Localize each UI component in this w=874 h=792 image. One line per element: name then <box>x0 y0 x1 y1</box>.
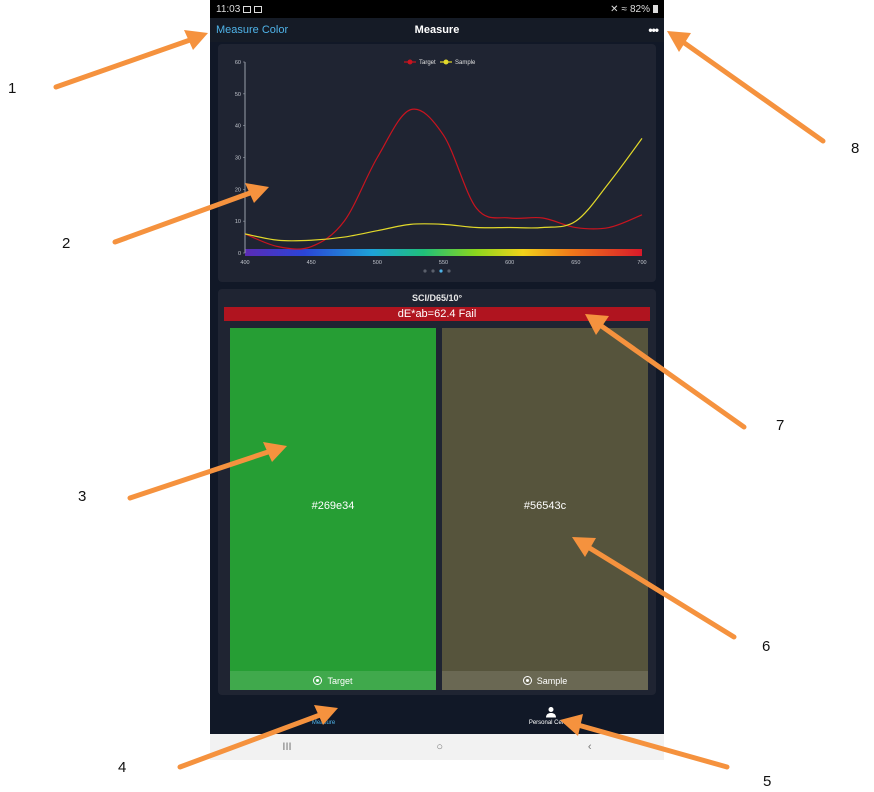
notification-icon <box>254 5 263 13</box>
pager-dot <box>439 269 443 273</box>
arrowhead-1 <box>184 30 208 50</box>
series-line-sample <box>244 138 643 242</box>
y-tick-label: 10 <box>235 219 241 225</box>
y-tick-label: 0 <box>238 251 241 257</box>
pager-dot <box>431 269 435 273</box>
mute-icon: ✕ <box>610 3 619 15</box>
system-navigation-bar: III ○ ‹ <box>210 734 664 760</box>
measure-target-button[interactable]: Target <box>230 671 436 690</box>
series-line-target <box>244 108 643 250</box>
x-tick-label: 550 <box>439 260 448 266</box>
spectral-chart-card[interactable]: 0 10 20 30 40 50 60 400 450 500 550 600 650 700 Target… <box>218 44 656 282</box>
target-button-label: Target <box>327 675 353 686</box>
app-screen: 11:03 ✕ ≈ 82% Measure Color Measure ••• … <box>210 0 664 760</box>
nav-personal-label: Personal Center <box>528 719 573 726</box>
back-button[interactable]: Measure Color <box>216 24 288 36</box>
home-button[interactable]: ○ <box>436 741 443 753</box>
callout-1: 1 <box>8 80 17 97</box>
y-tick-label: 40 <box>235 124 241 130</box>
y-tick-label: 50 <box>235 92 241 98</box>
x-tick-label: 650 <box>571 260 580 266</box>
measurement-mode: SCI/D65/10° <box>411 293 463 303</box>
y-tick-label: 60 <box>235 60 241 66</box>
pager-dot <box>423 269 427 273</box>
arrow-8 <box>680 39 826 144</box>
legend-marker-sample <box>443 59 449 65</box>
callout-7: 7 <box>776 417 785 434</box>
measure-sample-button[interactable]: Sample <box>442 671 648 690</box>
battery-level: 82% <box>629 3 650 15</box>
wifi-icon: ≈ <box>621 3 627 15</box>
legend-label-sample: Sample <box>455 60 476 66</box>
recent-apps-button[interactable]: III <box>282 741 291 753</box>
nav-measure-label: Measure <box>311 719 336 726</box>
palette-icon <box>318 706 329 717</box>
nav-personal-center[interactable]: Personal Center <box>437 697 664 734</box>
bottom-navigation: Measure Personal Center <box>210 697 664 734</box>
arrow-1 <box>53 37 193 90</box>
crosshair-icon <box>522 676 532 685</box>
spectrum-bar <box>245 249 642 256</box>
x-tick-label: 600 <box>505 260 514 266</box>
legend-label-target: Target <box>419 60 436 66</box>
pager-dot <box>447 269 451 273</box>
sample-hex: #56543c <box>523 500 567 512</box>
x-tick-label: 450 <box>307 260 316 266</box>
callout-6: 6 <box>762 638 771 655</box>
sample-button-label: Sample <box>536 675 568 686</box>
status-bar: 11:03 ✕ ≈ 82% <box>210 0 664 18</box>
sample-swatch: #56543c Sample <box>442 328 648 690</box>
callout-3: 3 <box>78 488 87 505</box>
result-card: SCI/D65/10° dE*ab=62.4 Fail #269e34 Targ… <box>218 289 656 695</box>
status-time: 11:03 <box>216 3 241 15</box>
target-hex: #269e34 <box>311 500 355 512</box>
x-tick-label: 700 <box>637 260 646 266</box>
y-tick-label: 20 <box>235 187 241 193</box>
system-back-button[interactable]: ‹ <box>588 741 592 753</box>
legend-marker-target <box>407 59 413 65</box>
nav-measure[interactable]: Measure <box>210 697 437 734</box>
gallery-icon <box>243 5 252 13</box>
more-menu-icon[interactable]: ••• <box>648 23 659 37</box>
spectral-chart: 0 10 20 30 40 50 60 400 450 500 550 600 650 700 Target… <box>235 59 647 273</box>
target-swatch: #269e34 Target <box>230 328 436 690</box>
x-tick-label: 500 <box>373 260 382 266</box>
callout-4: 4 <box>118 759 127 776</box>
delta-e-result: dE*ab=62.4 Fail <box>224 307 650 321</box>
callout-2: 2 <box>62 235 71 252</box>
callout-8: 8 <box>851 140 860 157</box>
battery-icon <box>653 5 658 13</box>
person-icon <box>545 706 556 717</box>
app-bar: Measure Color Measure ••• <box>210 18 664 42</box>
x-tick-label: 400 <box>240 260 249 266</box>
y-tick-label: 30 <box>235 156 241 162</box>
callout-5: 5 <box>763 773 772 790</box>
crosshair-icon <box>313 676 323 685</box>
arrowhead-8 <box>667 31 691 52</box>
